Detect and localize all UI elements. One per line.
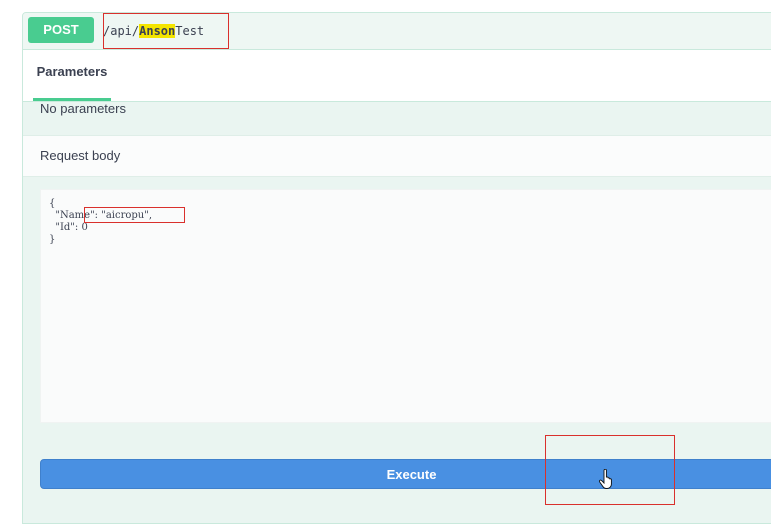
request-body-label: Request body <box>40 148 121 163</box>
tabs-bar: Parameters <box>23 50 771 102</box>
operation-summary[interactable]: POST /api/AnsonTest <box>23 13 771 50</box>
tab-parameters[interactable]: Parameters <box>33 63 111 97</box>
request-body-editor[interactable]: { "Name": "aicropu", "Id": 0 } <box>40 189 771 423</box>
operation-block: POST /api/AnsonTest Parameters No parame… <box>22 12 771 524</box>
method-badge: POST <box>28 17 94 43</box>
path-annotation-box <box>103 13 229 49</box>
hand-pointer-icon <box>599 469 612 489</box>
code-annotation-box <box>84 207 185 223</box>
request-body-header: Request body <box>23 135 771 177</box>
no-parameters-text: No parameters <box>40 101 126 116</box>
